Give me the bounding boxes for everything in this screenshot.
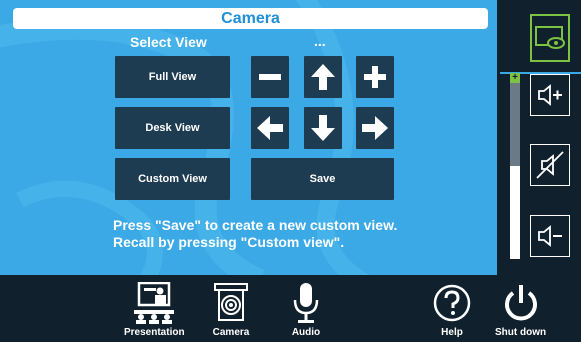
presentation-icon <box>131 281 177 325</box>
zoom-in-button[interactable] <box>356 56 394 98</box>
nav-shutdown-label: Shut down <box>495 327 547 338</box>
camera-icon <box>208 281 254 325</box>
nav-presentation-label: Presentation <box>124 327 185 338</box>
volume-down-button[interactable] <box>530 215 570 257</box>
nav-presentation[interactable]: Presentation <box>124 281 185 338</box>
info-line-2: Recall by pressing "Custom view". <box>113 234 345 250</box>
full-view-button[interactable]: Full View <box>115 56 230 98</box>
pan-left-button[interactable] <box>251 107 289 149</box>
help-icon <box>429 281 475 325</box>
nav-help-label: Help <box>441 327 463 338</box>
arrow-up-icon <box>311 64 335 90</box>
arrow-down-icon <box>311 115 335 141</box>
nav-camera-label: Camera <box>212 327 250 338</box>
arrow-left-icon <box>257 116 283 140</box>
power-icon <box>498 281 544 325</box>
volume-up-icon <box>538 84 562 106</box>
nav-audio[interactable]: Audio <box>283 281 329 338</box>
page-title: Camera <box>221 9 280 27</box>
zoom-in-icon <box>364 66 386 88</box>
custom-view-button[interactable]: Custom View <box>115 158 230 200</box>
nav-audio-label: Audio <box>291 327 321 338</box>
volume-meter <box>510 73 520 259</box>
info-text: Press "Save" to create a new custom view… <box>113 217 397 251</box>
arrow-right-icon <box>362 116 388 140</box>
nav-camera[interactable]: Camera <box>208 281 254 338</box>
mute-icon <box>536 151 564 179</box>
desk-view-button[interactable]: Desk View <box>115 107 230 149</box>
volume-meter-fill <box>510 166 520 259</box>
save-button[interactable]: Save <box>251 158 394 200</box>
current-view-indicator: ... <box>314 33 326 49</box>
info-line-1: Press "Save" to create a new custom view… <box>113 217 398 233</box>
volume-down-icon <box>538 225 562 247</box>
zoom-out-icon <box>259 74 281 80</box>
mute-button[interactable] <box>530 144 570 186</box>
zoom-out-button[interactable] <box>251 56 289 98</box>
camera-preview-icon <box>535 26 565 49</box>
camera-preview-toggle[interactable] <box>530 14 570 62</box>
tilt-down-button[interactable] <box>304 107 342 149</box>
volume-up-button[interactable] <box>530 74 570 116</box>
pan-right-button[interactable] <box>356 107 394 149</box>
tilt-up-button[interactable] <box>304 56 342 98</box>
app-root: Camera Select View ... Full View Desk Vi… <box>0 0 581 342</box>
title-bar: Camera <box>13 8 488 29</box>
nav-shutdown[interactable]: Shut down <box>495 281 546 338</box>
select-view-label: Select View <box>130 34 207 50</box>
nav-help[interactable]: Help <box>429 281 475 338</box>
microphone-icon <box>283 281 329 325</box>
volume-meter-plus: + <box>510 73 520 83</box>
